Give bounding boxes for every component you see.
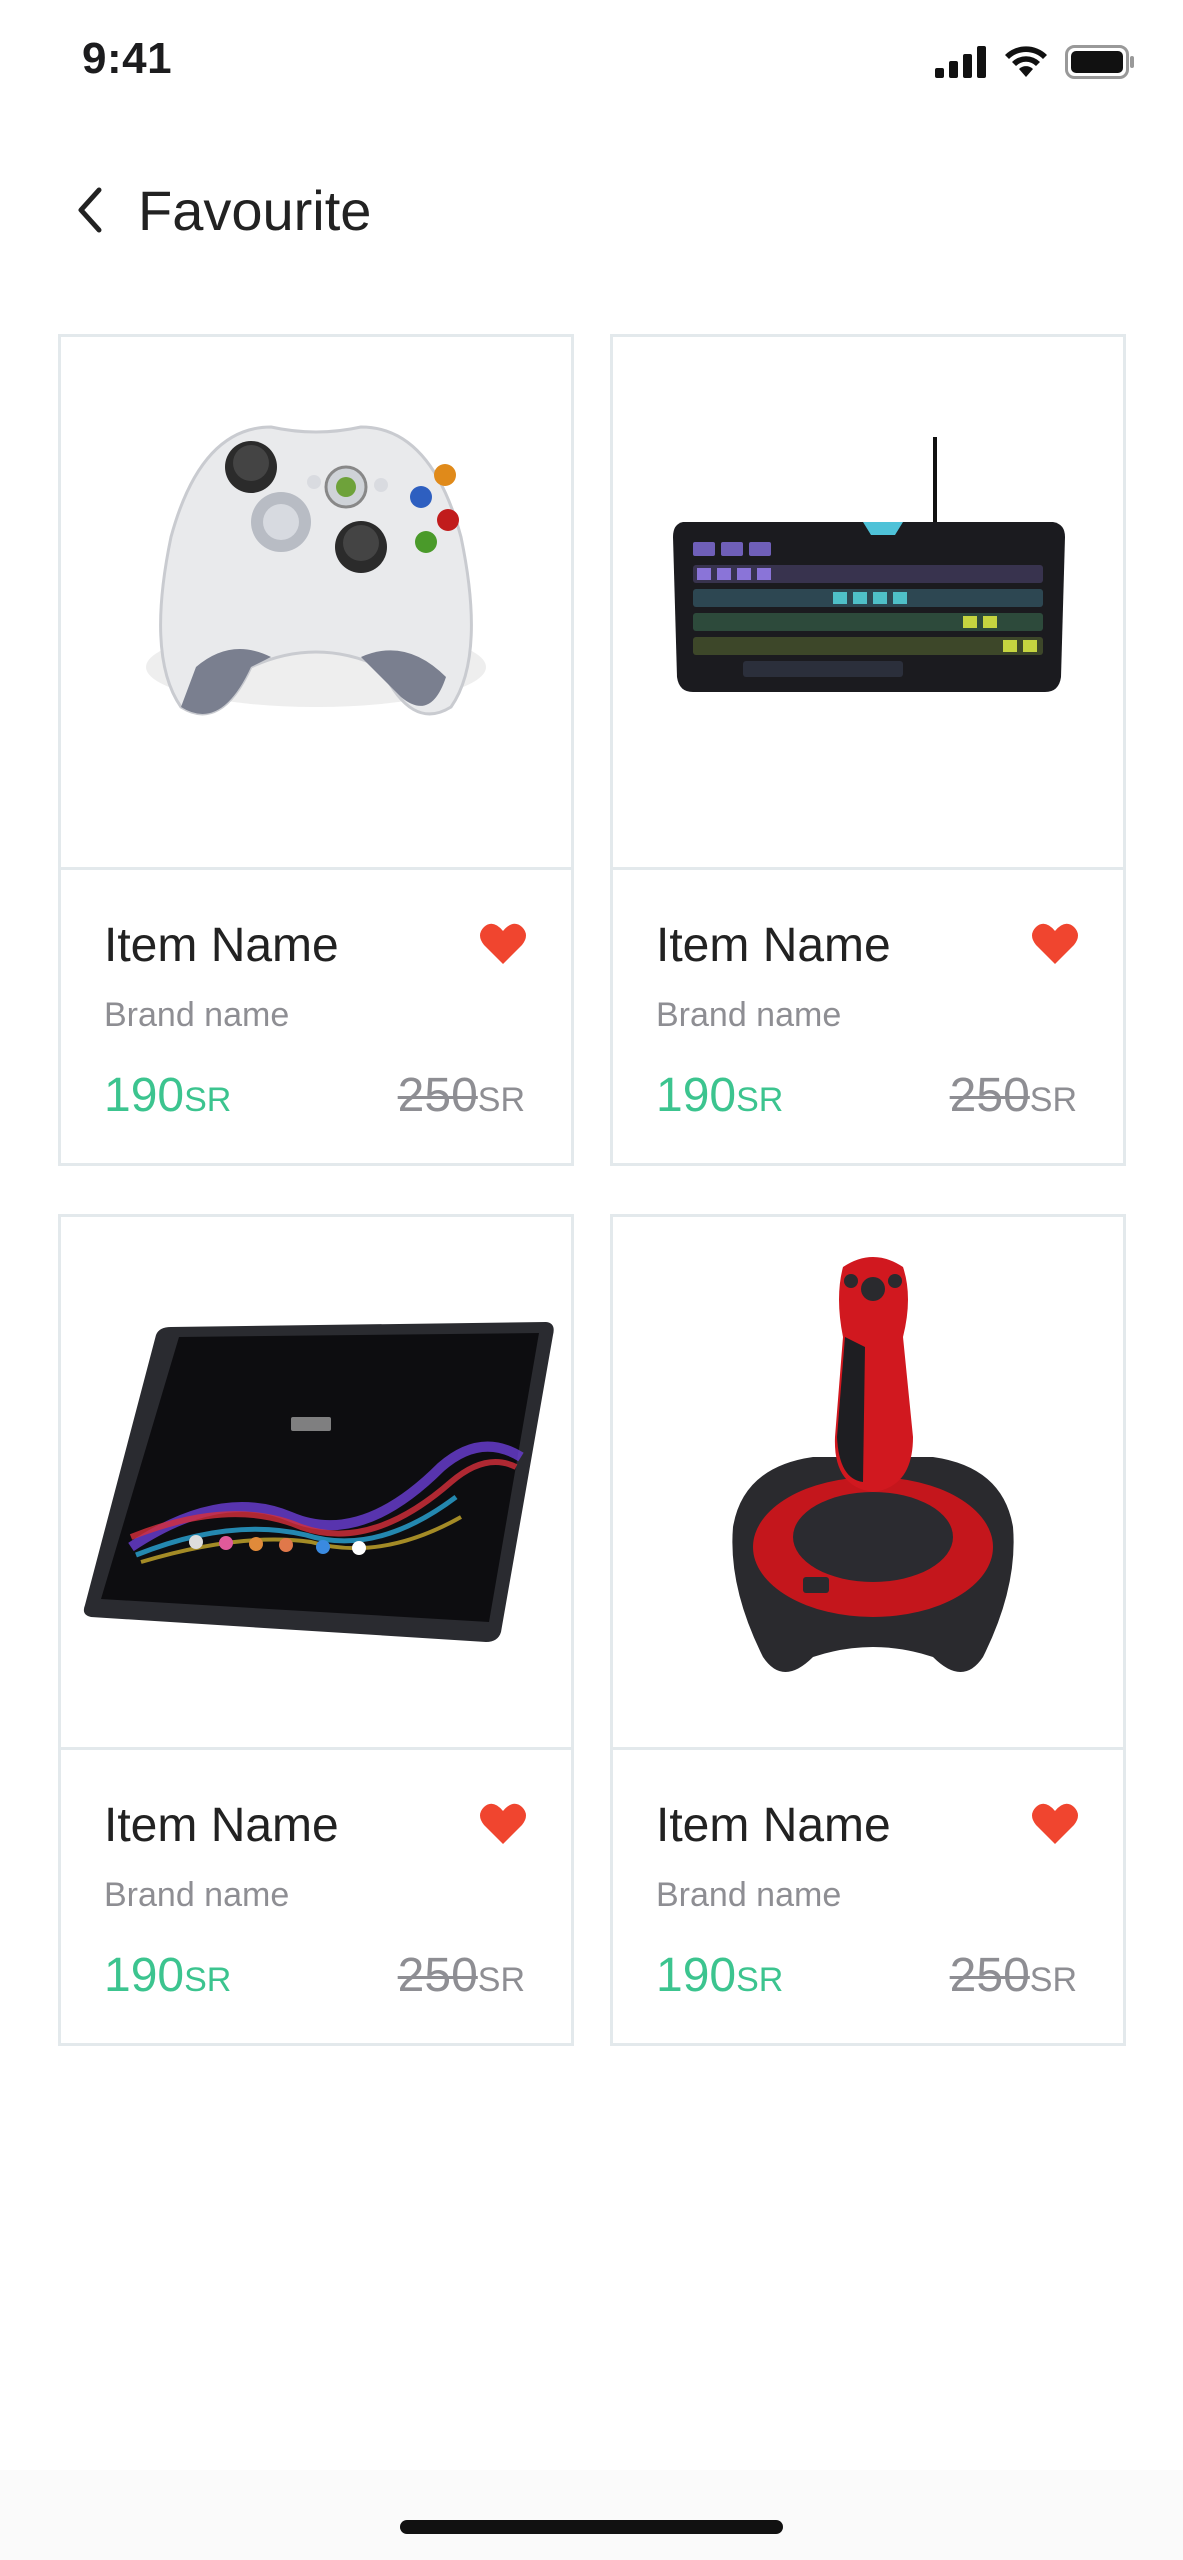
- product-card[interactable]: Item Name Brand name 190SR 250SR: [58, 334, 574, 1166]
- price-currency: SR: [736, 1961, 784, 1999]
- cellular-signal-icon: [935, 46, 986, 78]
- favourite-button[interactable]: [479, 1802, 527, 1846]
- current-price: 190SR: [104, 1068, 231, 1123]
- header: Favourite: [0, 160, 1183, 260]
- item-name: Item Name: [656, 1799, 891, 1852]
- status-time: 9:41: [82, 34, 173, 83]
- product-info: Item Name Brand name 190SR 250SR: [61, 870, 571, 1166]
- old-price-value: 250: [949, 1949, 1030, 2002]
- back-button[interactable]: [60, 180, 120, 240]
- battery-icon: [1065, 45, 1134, 79]
- status-icons: [935, 42, 1135, 82]
- old-price-value: 250: [949, 1069, 1030, 1122]
- old-price: 250SR: [950, 1948, 1077, 2003]
- current-price: 190SR: [104, 1948, 231, 2003]
- heart-icon: [480, 1803, 526, 1844]
- bottom-bar: [0, 2470, 1183, 2560]
- old-price-currency: SR: [477, 1081, 525, 1119]
- product-image: [61, 1217, 571, 1750]
- old-price-value: 250: [397, 1949, 478, 2002]
- current-price: 190SR: [656, 1068, 783, 1123]
- product-info: Item Name Brand name 190SR 250SR: [613, 870, 1123, 1166]
- wifi-icon: [1005, 46, 1047, 77]
- old-price: 250SR: [398, 1068, 525, 1123]
- chevron-left-icon: [78, 187, 102, 233]
- current-price: 190SR: [656, 1948, 783, 2003]
- tablet-image: [83, 1322, 554, 1642]
- status-bar: 9:41: [0, 0, 1183, 130]
- favourite-button[interactable]: [1031, 1802, 1079, 1846]
- old-price: 250SR: [950, 1068, 1077, 1123]
- product-card[interactable]: Item Name Brand name 190SR 250SR: [610, 1214, 1126, 2046]
- favourites-grid: Item Name Brand name 190SR 250SR Item Na…: [58, 334, 1126, 2046]
- brand-name: Brand name: [104, 996, 290, 1034]
- product-card[interactable]: Item Name Brand name 190SR 250SR: [610, 334, 1126, 1166]
- favourite-button[interactable]: [479, 922, 527, 966]
- product-info: Item Name Brand name 190SR 250SR: [61, 1750, 571, 2046]
- heart-icon: [480, 923, 526, 964]
- favourite-button[interactable]: [1031, 922, 1079, 966]
- product-info: Item Name Brand name 190SR 250SR: [613, 1750, 1123, 2046]
- page-title: Favourite: [138, 179, 372, 242]
- price-currency: SR: [736, 1081, 784, 1119]
- price-value: 190: [656, 1949, 737, 2002]
- heart-icon: [1032, 923, 1078, 964]
- price-value: 190: [104, 1069, 185, 1122]
- old-price-currency: SR: [1029, 1081, 1077, 1119]
- item-name: Item Name: [104, 1799, 339, 1852]
- gaming-keyboard-image: [673, 437, 1065, 692]
- old-price-currency: SR: [1029, 1961, 1077, 1999]
- game-controller-image: [146, 425, 486, 716]
- brand-name: Brand name: [656, 996, 842, 1034]
- price-value: 190: [104, 1949, 185, 2002]
- item-name: Item Name: [104, 919, 339, 972]
- price-value: 190: [656, 1069, 737, 1122]
- joystick-image: [732, 1257, 1014, 1672]
- product-card[interactable]: Item Name Brand name 190SR 250SR: [58, 1214, 574, 2046]
- product-image: [613, 337, 1123, 870]
- old-price-currency: SR: [477, 1961, 525, 1999]
- heart-icon: [1032, 1803, 1078, 1844]
- brand-name: Brand name: [656, 1876, 842, 1914]
- product-image: [61, 337, 571, 870]
- item-name: Item Name: [656, 919, 891, 972]
- old-price: 250SR: [398, 1948, 525, 2003]
- price-currency: SR: [184, 1081, 232, 1119]
- home-indicator[interactable]: [400, 2520, 783, 2534]
- old-price-value: 250: [397, 1069, 478, 1122]
- brand-name: Brand name: [104, 1876, 290, 1914]
- product-image: [613, 1217, 1123, 1750]
- price-currency: SR: [184, 1961, 232, 1999]
